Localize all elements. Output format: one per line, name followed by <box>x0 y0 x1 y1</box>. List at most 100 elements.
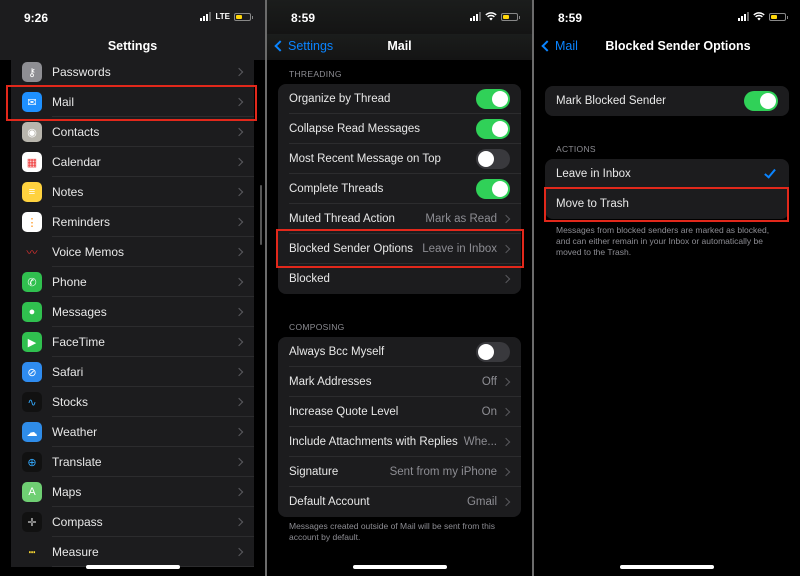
home-indicator[interactable] <box>352 565 447 569</box>
chevron-right-icon <box>501 467 511 477</box>
threading-header: THREADING <box>289 69 342 79</box>
toggle-switch[interactable] <box>476 89 510 109</box>
chevron-right-icon <box>234 397 244 407</box>
checkmark-icon <box>764 166 776 179</box>
row-organize-by-thread: Organize by Thread <box>278 84 521 114</box>
settings-screen: 9:26 LTE Settings ⚷ Passwords ✉ Mail ◉ Contac… <box>0 0 265 576</box>
mail-settings-screen: 8:59 Settings Mail THREADING Organize by… <box>267 0 532 576</box>
row-blocked[interactable]: Blocked <box>278 264 521 294</box>
toggle-switch[interactable] <box>476 342 510 362</box>
row-include-attachments-with-replies[interactable]: Include Attachments with Replies Whe... <box>278 427 521 457</box>
settings-item-calendar[interactable]: ▦ Calendar <box>11 147 254 177</box>
mark-blocked-group: Mark Blocked Sender <box>545 86 789 116</box>
composing-footer: Messages created outside of Mail will be… <box>289 521 495 542</box>
actions-header: ACTIONS <box>556 144 596 154</box>
network-type: LTE <box>215 12 230 21</box>
status-bar: 9:26 LTE <box>0 0 265 34</box>
calendar-icon: ▦ <box>22 152 42 172</box>
settings-item-compass[interactable]: ✛ Compass <box>11 507 254 537</box>
chevron-right-icon <box>234 247 244 257</box>
chevron-right-icon <box>234 67 244 77</box>
row-signature[interactable]: Signature Sent from my iPhone <box>278 457 521 487</box>
compass-icon: ✛ <box>22 512 42 532</box>
phone-icon: ✆ <box>22 272 42 292</box>
key-icon: ⚷ <box>22 62 42 82</box>
chevron-right-icon <box>501 497 511 507</box>
status-bar: 8:59 <box>267 0 532 34</box>
actions-footer: Messages from blocked senders are marked… <box>556 225 770 257</box>
row-complete-threads: Complete Threads <box>278 174 521 204</box>
chevron-right-icon <box>234 157 244 167</box>
row-always-bcc-myself: Always Bcc Myself <box>278 337 521 367</box>
weather-icon: ☁ <box>22 422 42 442</box>
mark-blocked-sender-toggle[interactable] <box>744 91 778 111</box>
scrollbar[interactable] <box>260 185 262 245</box>
chevron-right-icon <box>501 244 511 254</box>
settings-item-passwords[interactable]: ⚷ Passwords <box>11 57 254 87</box>
settings-item-facetime[interactable]: ▶ FaceTime <box>11 327 254 357</box>
status-time: 8:59 <box>291 11 316 25</box>
row-collapse-read-messages: Collapse Read Messages <box>278 114 521 144</box>
chevron-right-icon <box>234 487 244 497</box>
settings-item-messages[interactable]: ● Messages <box>11 297 254 327</box>
settings-item-stocks[interactable]: ∿ Stocks <box>11 387 254 417</box>
battery-icon <box>234 12 253 21</box>
chevron-right-icon <box>234 547 244 557</box>
row-blocked-sender-options[interactable]: Blocked Sender Options Leave in Inbox <box>278 234 521 264</box>
settings-item-translate[interactable]: ⊕ Translate <box>11 447 254 477</box>
contacts-icon: ◉ <box>22 122 42 142</box>
signal-icon <box>738 12 749 21</box>
chevron-right-icon <box>234 97 244 107</box>
translate-icon: ⊕ <box>22 452 42 472</box>
settings-item-voice-memos[interactable]: 〰 Voice Memos <box>11 237 254 267</box>
status-bar: 8:59 <box>534 0 800 34</box>
nav-bar: Mail Blocked Sender Options <box>534 34 800 60</box>
chevron-right-icon <box>234 187 244 197</box>
toggle-switch[interactable] <box>476 119 510 139</box>
toggle-switch[interactable] <box>476 149 510 169</box>
settings-item-weather[interactable]: ☁ Weather <box>11 417 254 447</box>
settings-item-maps[interactable]: A Maps <box>11 477 254 507</box>
home-indicator[interactable] <box>620 565 714 569</box>
voice-memos-icon: 〰 <box>22 242 42 262</box>
stocks-icon: ∿ <box>22 392 42 412</box>
composing-header: COMPOSING <box>289 322 345 332</box>
row-mark-addresses[interactable]: Mark Addresses Off <box>278 367 521 397</box>
toggle-switch[interactable] <box>476 179 510 199</box>
row-default-account[interactable]: Default Account Gmail <box>278 487 521 517</box>
wifi-icon <box>753 12 765 21</box>
row-value: Gmail <box>466 496 497 508</box>
wifi-icon <box>485 12 497 21</box>
row-muted-thread-action[interactable]: Muted Thread Action Mark as Read <box>278 204 521 234</box>
mark-blocked-sender-row: Mark Blocked Sender <box>545 86 789 116</box>
chevron-right-icon <box>501 407 511 417</box>
row-value: Sent from my iPhone <box>389 466 497 478</box>
settings-item-phone[interactable]: ✆ Phone <box>11 267 254 297</box>
settings-item-contacts[interactable]: ◉ Contacts <box>11 117 254 147</box>
maps-icon: A <box>22 482 42 502</box>
blocked-sender-options-screen: 8:59 Mail Blocked Sender Options Mark Bl… <box>534 0 800 576</box>
row-value: Leave in Inbox <box>422 243 497 255</box>
status-time: 8:59 <box>558 11 583 25</box>
actions-group: Leave in Inbox Move to Trash <box>545 159 789 219</box>
nav-bar: Settings Mail <box>267 34 532 60</box>
settings-item-mail[interactable]: ✉ Mail <box>11 87 254 117</box>
option-move-to-trash[interactable]: Move to Trash <box>545 189 789 219</box>
row-value: Whe... <box>463 436 497 448</box>
chevron-right-icon <box>234 427 244 437</box>
settings-item-safari[interactable]: ⊘ Safari <box>11 357 254 387</box>
notes-icon: ≡ <box>22 182 42 202</box>
home-indicator[interactable] <box>85 565 180 569</box>
battery-icon <box>769 12 788 21</box>
chevron-right-icon <box>234 307 244 317</box>
option-leave-in-inbox[interactable]: Leave in Inbox <box>545 159 789 189</box>
settings-item-notes[interactable]: ≡ Notes <box>11 177 254 207</box>
row-value: On <box>481 406 497 418</box>
chevron-right-icon <box>234 367 244 377</box>
settings-item-measure[interactable]: ┅ Measure <box>11 537 254 567</box>
row-increase-quote-level[interactable]: Increase Quote Level On <box>278 397 521 427</box>
settings-list: ⚷ Passwords ✉ Mail ◉ Contacts ▦ Calendar ≡ Notes ⋮… <box>11 57 254 567</box>
messages-icon: ● <box>22 302 42 322</box>
settings-item-reminders[interactable]: ⋮ Reminders <box>11 207 254 237</box>
page-title: Mail <box>387 39 412 53</box>
